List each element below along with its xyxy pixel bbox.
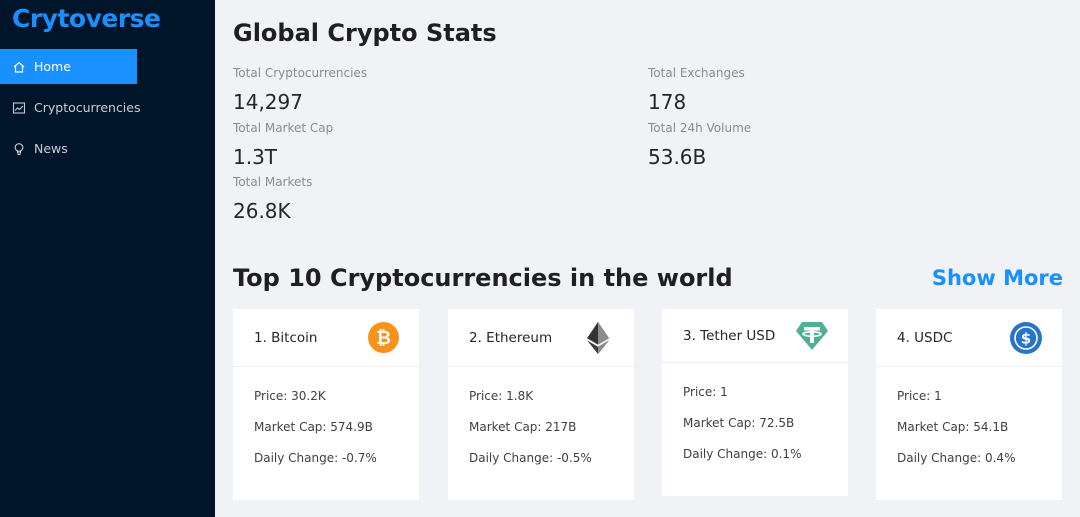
- tether-icon: [796, 320, 828, 352]
- card-body: Price: 1 Market Cap: 72.5B Daily Change:…: [662, 363, 848, 473]
- stat-value: 53.6B: [648, 145, 707, 169]
- sidebar-item-cryptocurrencies[interactable]: Cryptocurrencies: [0, 90, 141, 125]
- card-market-cap: Market Cap: 574.9B: [254, 420, 373, 434]
- card-header: 1. Bitcoin ₿: [233, 309, 419, 367]
- card-market-cap: Market Cap: 54.1B: [897, 420, 1009, 434]
- home-icon: [12, 60, 26, 74]
- stat-total-cryptocurrencies: Total Cryptocurrencies 14,297: [233, 66, 367, 114]
- stat-total-market-cap: Total Market Cap 1.3T: [233, 121, 333, 169]
- stat-total-exchanges: Total Exchanges 178: [648, 66, 745, 114]
- main-content: Global Crypto Stats Total Cryptocurrenci…: [215, 0, 1080, 517]
- line-chart-icon: [12, 101, 26, 115]
- card-body: Price: 30.2K Market Cap: 574.9B Daily Ch…: [233, 367, 419, 477]
- sidebar-menu: Home Cryptocurrencies News: [0, 49, 141, 172]
- stat-value: 14,297: [233, 90, 303, 114]
- sidebar: Crytoverse Home Cryptocurrencies News: [0, 0, 215, 517]
- card-daily-change: Daily Change: -0.5%: [469, 451, 592, 465]
- stat-value: 1.3T: [233, 145, 278, 169]
- stat-label: Total 24h Volume: [648, 121, 752, 135]
- show-more-link[interactable]: Show More: [932, 266, 1063, 290]
- card-title: 2. Ethereum: [469, 329, 553, 346]
- card-title: 3. Tether USD: [683, 327, 776, 344]
- sidebar-item-label: News: [34, 141, 68, 156]
- card-daily-change: Daily Change: 0.1%: [683, 447, 802, 461]
- svg-text:$: $: [1021, 329, 1031, 347]
- page-title: Global Crypto Stats: [233, 19, 497, 47]
- card-header: 4. USDC $: [876, 309, 1062, 367]
- card-title: 1. Bitcoin: [254, 329, 318, 346]
- usdc-icon: $: [1010, 321, 1042, 354]
- svg-text:₿: ₿: [376, 328, 391, 349]
- card-market-cap: Market Cap: 217B: [469, 420, 577, 434]
- stat-label: Total Exchanges: [648, 66, 745, 80]
- card-price: Price: 1: [897, 389, 942, 403]
- card-header: 3. Tether USD: [662, 309, 848, 363]
- stat-label: Total Markets: [233, 175, 313, 189]
- card-price: Price: 1.8K: [469, 389, 534, 403]
- crypto-card-ethereum[interactable]: 2. Ethereum Price: 1.8K Market Cap: 217B…: [448, 309, 634, 500]
- sidebar-item-home[interactable]: Home: [0, 49, 137, 84]
- card-body: Price: 1.8K Market Cap: 217B Daily Chang…: [448, 367, 634, 477]
- bulb-icon: [12, 142, 26, 156]
- card-daily-change: Daily Change: 0.4%: [897, 451, 1016, 465]
- card-body: Price: 1 Market Cap: 54.1B Daily Change:…: [876, 367, 1062, 477]
- card-daily-change: Daily Change: -0.7%: [254, 451, 377, 465]
- bitcoin-icon: ₿: [367, 322, 399, 354]
- card-price: Price: 1: [683, 385, 728, 399]
- stat-value: 178: [648, 90, 687, 114]
- card-title: 4. USDC: [897, 329, 953, 346]
- card-market-cap: Market Cap: 72.5B: [683, 416, 795, 430]
- card-price: Price: 30.2K: [254, 389, 326, 403]
- stat-total-24h-volume: Total 24h Volume 53.6B: [648, 121, 751, 169]
- app-logo[interactable]: Crytoverse: [12, 4, 161, 33]
- crypto-card-tether[interactable]: 3. Tether USD Price: 1 Market Cap: 72.5B…: [662, 309, 848, 496]
- crypto-card-bitcoin[interactable]: 1. Bitcoin ₿ Price: 30.2K Market Cap: 57…: [233, 309, 419, 500]
- stat-label: Total Market Cap: [233, 121, 334, 135]
- sidebar-item-label: Home: [34, 59, 71, 74]
- section-title: Top 10 Cryptocurrencies in the world: [233, 264, 733, 292]
- sidebar-item-label: Cryptocurrencies: [34, 100, 141, 115]
- stat-value: 26.8K: [233, 199, 291, 223]
- stat-label: Total Cryptocurrencies: [233, 66, 368, 80]
- card-header: 2. Ethereum: [448, 309, 634, 367]
- sidebar-item-news[interactable]: News: [0, 131, 137, 166]
- crypto-card-usdc[interactable]: 4. USDC $ Price: 1 Market Cap: 54.1B Dai…: [876, 309, 1062, 500]
- ethereum-icon: [582, 321, 614, 354]
- stat-total-markets: Total Markets 26.8K: [233, 175, 312, 223]
